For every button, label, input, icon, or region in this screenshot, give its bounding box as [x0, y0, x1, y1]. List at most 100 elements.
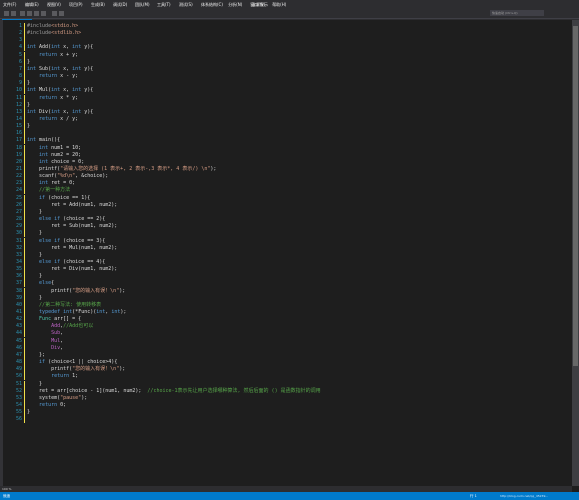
code-text[interactable]: return x / y;	[27, 116, 78, 123]
undo-icon[interactable]	[52, 11, 57, 16]
code-line: 44 Sub,	[0, 330, 560, 338]
code-text[interactable]: Mul,	[27, 338, 63, 345]
code-text[interactable]: }	[27, 80, 30, 87]
code-text[interactable]: Sub,	[27, 330, 63, 337]
code-text[interactable]: int Add(int x, int y){	[27, 44, 93, 51]
menu-item-8[interactable]: 测试(S)	[179, 0, 193, 9]
menu-bar: 文件(F) 编辑(E) 视图(V) 项目(P) 生成(B) 调试(D) 团队(M) 工具(T)…	[0, 0, 579, 9]
code-text[interactable]: #include<stdio.h>	[27, 23, 78, 30]
code-text[interactable]: }	[27, 295, 42, 302]
code-text[interactable]: //第一种方法	[27, 187, 70, 194]
code-text[interactable]: }	[27, 102, 30, 109]
code-line: 39 }	[0, 294, 560, 302]
code-text[interactable]: int Mul(int x, int y){	[27, 87, 93, 94]
line-number: 6	[18, 58, 22, 65]
back-icon[interactable]	[4, 11, 9, 16]
change-bar	[24, 216, 25, 224]
change-bar	[24, 244, 25, 252]
open-file-icon[interactable]	[27, 11, 32, 16]
quick-launch-input[interactable]: 快速启动 (Ctrl+Q)	[490, 10, 544, 16]
code-text[interactable]: ret = Mul(num1, num2);	[27, 245, 117, 252]
code-text[interactable]: ret = arr[choice - 1](num1, num2); //cho…	[27, 388, 321, 395]
code-text[interactable]: int choice = 0;	[27, 159, 84, 166]
code-line: 17 int main(){	[0, 137, 560, 145]
code-text[interactable]: else if (choice == 3){	[27, 238, 105, 245]
menu-item-2[interactable]: 视图(V)	[47, 0, 61, 9]
line-number: 53	[15, 394, 22, 401]
code-text[interactable]: printf("请输入您的选择 (1 表示+, 2 表示-,3 表示*, 4 表…	[27, 166, 216, 173]
code-line: 18 int num1 = 10;	[0, 144, 560, 152]
code-text[interactable]: ret = Add(num1, num2);	[27, 202, 117, 209]
code-text[interactable]: }	[27, 209, 42, 216]
code-text[interactable]: scanf("%d\n", &choice);	[27, 173, 108, 180]
code-line: 16	[0, 130, 560, 138]
code-text[interactable]: //第二种写法: 使用转移表	[27, 302, 101, 309]
code-text[interactable]: #include<stdlib.h>	[27, 30, 81, 37]
menu-item-3[interactable]: 项目(P)	[69, 0, 83, 9]
menu-item-5[interactable]: 调试(D)	[113, 0, 127, 9]
code-text[interactable]: int Div(int x, int y){	[27, 109, 93, 116]
line-number: 25	[15, 194, 22, 201]
redo-icon[interactable]	[59, 11, 64, 16]
code-text[interactable]: else if (choice == 4){	[27, 259, 105, 266]
code-text[interactable]: typedef int(*Func)(int, int);	[27, 309, 126, 316]
code-text[interactable]: }	[27, 381, 42, 388]
menu-item-9[interactable]: 体系结构(C)	[201, 0, 223, 9]
menu-item-7[interactable]: 工具(T)	[157, 0, 171, 9]
change-bar	[24, 58, 25, 66]
code-line: 51 }	[0, 380, 560, 388]
code-text[interactable]: }	[27, 123, 30, 130]
menu-item-12[interactable]: 帮助(H)	[272, 0, 286, 9]
change-bar	[24, 337, 25, 345]
menu-item-10[interactable]: 分析(N)	[228, 0, 242, 9]
code-text[interactable]: }	[27, 252, 42, 259]
code-text[interactable]: return x * y;	[27, 95, 78, 102]
code-text[interactable]: printf("您的输入有误！\n");	[27, 366, 125, 373]
code-text[interactable]: Add,//Add也可以	[27, 323, 93, 330]
save-icon[interactable]	[34, 11, 39, 16]
code-text[interactable]: Div,	[27, 345, 63, 352]
code-text[interactable]: ret = Div(num1, num2);	[27, 266, 117, 273]
code-text[interactable]: }	[27, 59, 30, 66]
change-bar	[24, 30, 25, 38]
change-bar	[24, 73, 25, 81]
line-number: 38	[15, 287, 22, 294]
code-text[interactable]: int num2 = 20;	[27, 152, 81, 159]
line-number: 14	[15, 115, 22, 122]
menu-item-0[interactable]: 文件(F)	[3, 0, 16, 9]
full-screen-button[interactable]: 全屏显示	[252, 0, 268, 9]
code-text[interactable]: else{	[27, 280, 54, 287]
code-text[interactable]: }	[27, 273, 42, 280]
code-text[interactable]: return 0;	[27, 402, 66, 409]
code-text[interactable]: system("pause");	[27, 395, 87, 402]
code-text[interactable]: }	[27, 230, 42, 237]
code-text[interactable]: };	[27, 352, 45, 359]
code-editor[interactable]: 1 #include<stdio.h> 2 #include<stdlib.h> 3 4 i…	[0, 20, 572, 486]
code-text[interactable]: }	[27, 409, 30, 416]
code-text[interactable]: return x + y;	[27, 52, 78, 59]
new-file-icon[interactable]	[20, 11, 25, 16]
code-text[interactable]: printf("您的输入有误！\n");	[27, 288, 125, 295]
code-text[interactable]: return x - y;	[27, 73, 78, 80]
code-text[interactable]: if (choice<1 || choice>4){	[27, 359, 117, 366]
change-bar	[24, 108, 25, 116]
menu-item-6[interactable]: 团队(M)	[135, 0, 150, 9]
code-text[interactable]: return 1;	[27, 373, 78, 380]
code-text[interactable]: else if (choice == 2){	[27, 216, 105, 223]
code-line: 36 }	[0, 273, 560, 281]
code-line: 4 int Add(int x, int y){	[0, 44, 560, 52]
code-line: 32 ret = Mul(num1, num2);	[0, 244, 560, 252]
save-all-icon[interactable]	[41, 11, 46, 16]
code-text[interactable]: int Sub(int x, int y){	[27, 66, 93, 73]
code-text[interactable]: int main(){	[27, 137, 60, 144]
forward-icon[interactable]	[11, 11, 16, 16]
menu-item-1[interactable]: 编辑(E)	[25, 0, 39, 9]
code-text[interactable]: int num1 = 10;	[27, 145, 81, 152]
line-number: 51	[15, 380, 22, 387]
code-text[interactable]: if (choice == 1){	[27, 195, 90, 202]
line-number: 55	[15, 409, 22, 416]
vertical-scrollbar[interactable]	[572, 20, 579, 486]
code-text[interactable]: ret = Sub(num1, num2);	[27, 223, 117, 230]
vertical-scroll-thumb[interactable]	[573, 26, 578, 366]
menu-item-4[interactable]: 生成(B)	[91, 0, 105, 9]
